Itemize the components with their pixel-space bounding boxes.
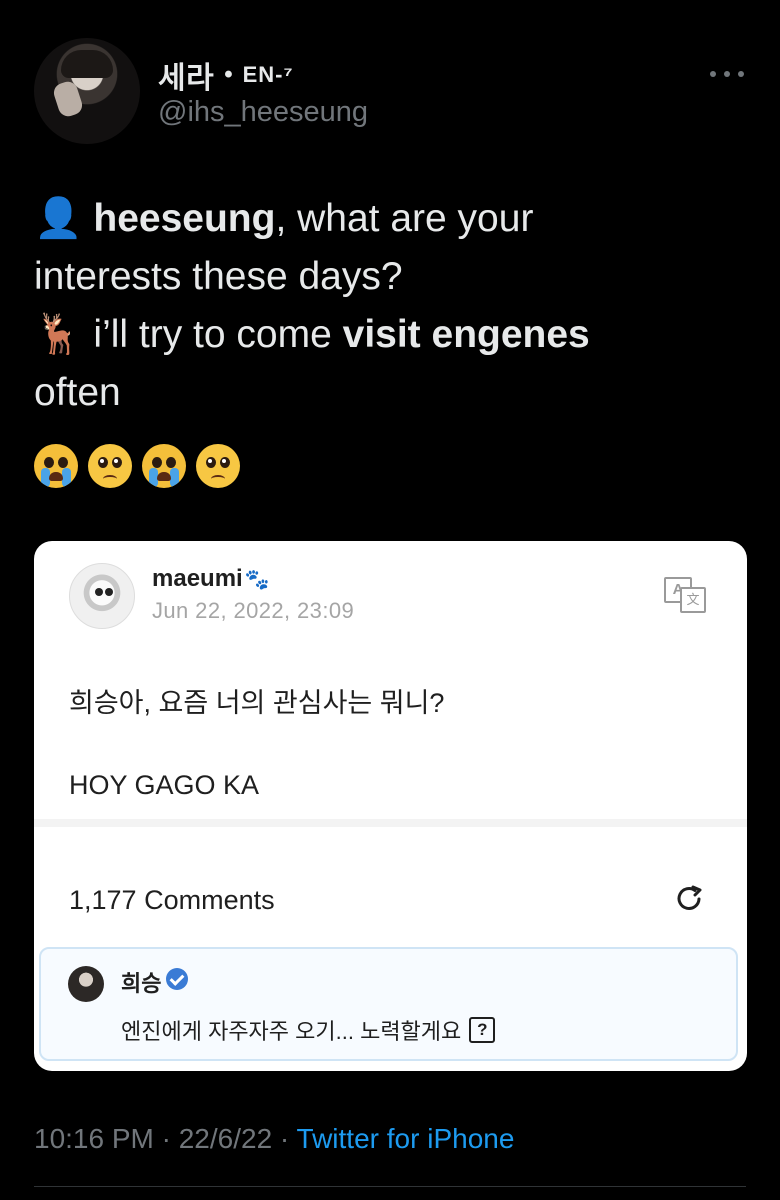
card-username[interactable]: maeumi 🐾 — [152, 565, 270, 593]
avatar-hand-shape — [51, 79, 85, 119]
help-icon[interactable]: ? — [469, 1017, 496, 1043]
tweet-bold-name: heeseung — [93, 197, 276, 240]
author-avatar[interactable] — [34, 38, 140, 144]
tweet-line-4: often — [34, 371, 121, 414]
translate-icon[interactable]: A 文 — [664, 577, 706, 613]
person-emoji-icon: 👤 — [34, 197, 83, 240]
name-separator: • — [224, 61, 233, 88]
author-display-name[interactable]: 세라 — [158, 53, 214, 97]
tweet-line-1: 👤 heeseung, what are your — [34, 190, 746, 248]
card-username-text: maeumi — [152, 565, 243, 592]
tweet-body: 👤 heeseung, what are your interests thes… — [34, 190, 746, 422]
card-answer: HOY GAGO KA — [69, 770, 260, 800]
refresh-icon[interactable] — [673, 883, 705, 915]
tweet-metadata: 10:16 PM · 22/6/22 · Twitter for iPhone — [34, 1123, 514, 1155]
pleading-face-icon — [196, 444, 240, 488]
avatar-hair-shape — [61, 50, 113, 78]
author-tag: EN-⁷ — [242, 62, 294, 87]
tweet-line-1-rest: , what are your — [275, 197, 534, 240]
deer-emoji-icon: 🦌 — [34, 313, 83, 356]
crying-face-icon — [142, 444, 186, 488]
author-name-row: 세라 • EN-⁷ — [158, 53, 294, 97]
verified-badge-icon — [166, 968, 188, 990]
card-user-avatar[interactable] — [69, 563, 135, 629]
reply-avatar[interactable] — [68, 966, 104, 1002]
paw-icon: 🐾 — [244, 569, 270, 591]
tweet-line-3-text: i’ll try to come — [82, 313, 343, 356]
reaction-emoji-row — [34, 444, 240, 488]
card-date: Jun 22, 2022, 23:09 — [152, 598, 355, 623]
reply-message: 엔진에게 자주자주 오기... 노력할게요 ? — [121, 1014, 496, 1046]
tweet-line-2: interests these days? — [34, 255, 403, 298]
card-question: 희승아, 요즘 너의 관심사는 뭐니? — [69, 688, 445, 718]
more-options-icon[interactable] — [710, 68, 744, 80]
tweet-bold-phrase: visit engenes — [342, 313, 590, 356]
comments-count[interactable]: 1,177 Comments — [69, 885, 275, 916]
reply-author-name[interactable]: 희승 — [121, 966, 161, 998]
attached-media-card[interactable]: maeumi 🐾 Jun 22, 2022, 23:09 A 文 희승아, 요즘 … — [34, 541, 747, 1071]
tweet-line-3: 🦌 i’ll try to come visit engenes — [34, 306, 746, 364]
reply-message-text: 엔진에게 자주자주 오기... 노력할게요 — [121, 1019, 462, 1044]
bottom-divider — [34, 1186, 746, 1187]
tweet-source-link[interactable]: Twitter for iPhone — [297, 1123, 515, 1154]
pleading-face-icon — [88, 444, 132, 488]
translate-target-glyph: 文 — [680, 587, 706, 613]
author-handle[interactable]: @ihs_heeseung — [158, 96, 368, 129]
tweet-timestamp: 10:16 PM · 22/6/22 · — [34, 1123, 297, 1154]
tweet-header: 세라 • EN-⁷ @ihs_heeseung — [34, 38, 746, 146]
card-divider — [34, 819, 747, 827]
highlighted-reply[interactable]: 희승 엔진에게 자주자주 오기... 노력할게요 ? — [39, 947, 738, 1061]
crying-face-icon — [34, 444, 78, 488]
